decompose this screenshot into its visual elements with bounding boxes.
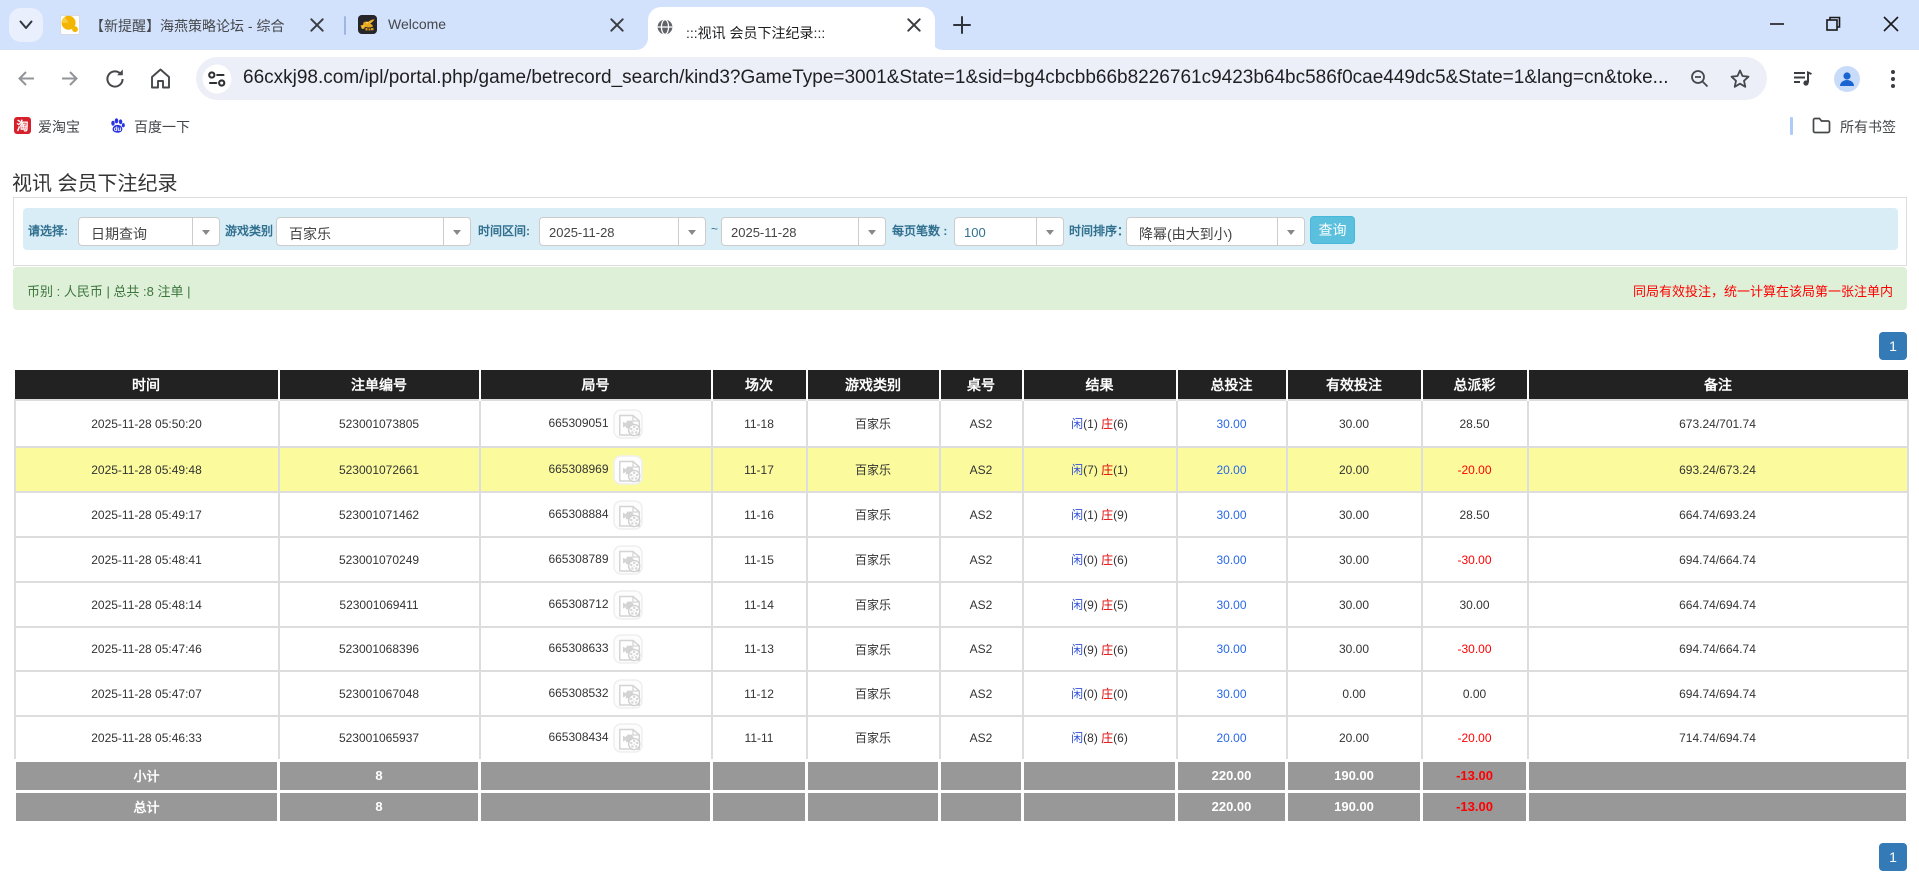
- svg-text:淘: 淘: [16, 118, 28, 133]
- svg-text:du: du: [114, 127, 122, 133]
